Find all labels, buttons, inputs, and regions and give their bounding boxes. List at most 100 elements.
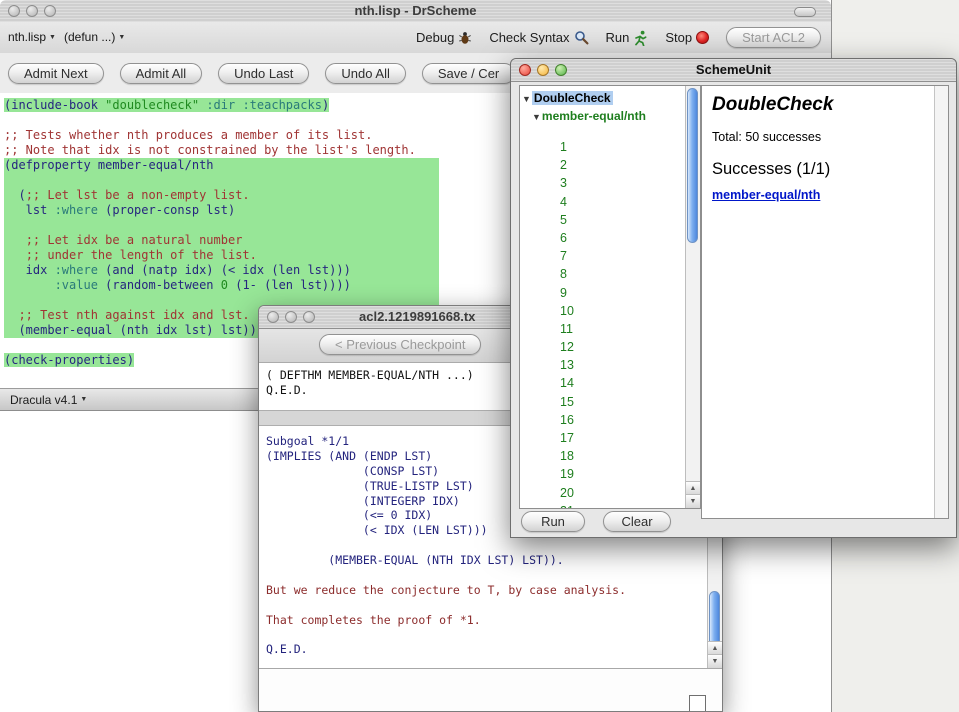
dracula-version-label: Dracula v4.1 xyxy=(10,393,77,407)
tree-item-case[interactable]: 8 xyxy=(560,265,574,283)
tree-item-case[interactable]: 5 xyxy=(560,211,574,229)
check-syntax-button[interactable]: Check Syntax xyxy=(489,30,588,45)
filename-menu[interactable]: nth.lisp▼ xyxy=(8,30,56,44)
proof-line: That completes the proof of *1. xyxy=(266,613,722,628)
code-token: (defproperty member-equal/nth xyxy=(4,158,214,172)
filename-label: nth.lisp xyxy=(8,30,46,44)
code-token: ;; Note that idx is not constrained by t… xyxy=(4,143,416,157)
code-line: :value (random-between 0 (1- (len lst)))… xyxy=(4,278,439,293)
tree-item-case[interactable]: 19 xyxy=(560,465,574,483)
code-token xyxy=(4,248,26,262)
code-token: ) xyxy=(322,98,329,112)
run-label: Run xyxy=(606,30,630,45)
tree-item-case[interactable]: 9 xyxy=(560,284,574,302)
tree-scrollbar[interactable]: ▲ ▼ xyxy=(685,86,700,508)
code-line: idx :where (and (natp idx) (< idx (len l… xyxy=(4,263,439,278)
results-pane[interactable]: DoubleCheck Total: 50 successes Successe… xyxy=(701,85,949,519)
tree-item-case[interactable]: 2 xyxy=(560,156,574,174)
tree-item-case[interactable]: 13 xyxy=(560,356,574,374)
stop-button[interactable]: Stop xyxy=(665,30,709,45)
admit-next-button[interactable]: Admit Next xyxy=(8,63,104,84)
tree-item-case[interactable]: 4 xyxy=(560,193,574,211)
proof-line xyxy=(266,568,722,583)
magnifier-icon xyxy=(574,30,589,45)
zoom-button[interactable] xyxy=(303,311,315,323)
tree-item-doublecheck[interactable]: ▼DoubleCheck xyxy=(522,89,700,107)
test-tree-pane[interactable]: ▼DoubleCheck ▼member-equal/nth 123456789… xyxy=(519,85,701,509)
code-token: :where xyxy=(55,203,98,217)
chevron-down-icon: ▼ xyxy=(80,396,87,403)
scroll-down-button[interactable]: ▼ xyxy=(708,654,722,668)
tree-item-case[interactable]: 15 xyxy=(560,393,574,411)
disclosure-triangle-icon[interactable]: ▼ xyxy=(522,94,531,104)
tree-root-label: DoubleCheck xyxy=(532,91,613,105)
code-line: (;; Let lst be a non-empty list. xyxy=(4,188,439,203)
scroll-up-button[interactable]: ▲ xyxy=(686,481,700,495)
tree-item-case[interactable]: 11 xyxy=(560,320,574,338)
code-token: (random-between xyxy=(98,278,221,292)
code-token: ( xyxy=(4,188,26,202)
tree-item-case[interactable]: 6 xyxy=(560,229,574,247)
minimize-button[interactable] xyxy=(285,311,297,323)
code-token: :where xyxy=(55,263,98,277)
scrollbar-thumb[interactable] xyxy=(687,88,698,243)
scroll-up-button[interactable]: ▲ xyxy=(708,641,722,655)
tree-item-case[interactable]: 17 xyxy=(560,429,574,447)
defun-label: (defun ...) xyxy=(64,30,115,44)
run-button[interactable]: Run xyxy=(606,30,649,46)
code-token: ;; under the length of the list. xyxy=(26,248,257,262)
stop-icon xyxy=(696,31,709,44)
tree-item-case[interactable]: 14 xyxy=(560,374,574,392)
test-result-link[interactable]: member-equal/nth xyxy=(712,188,820,202)
save-certify-button[interactable]: Save / Cer xyxy=(422,63,515,84)
code-token: idx xyxy=(4,263,55,277)
undo-last-button[interactable]: Undo Last xyxy=(218,63,309,84)
checkbox[interactable] xyxy=(689,695,706,712)
admit-all-button[interactable]: Admit All xyxy=(120,63,203,84)
code-token: (include-book xyxy=(4,98,105,112)
defun-navigator-menu[interactable]: (defun ...)▼ xyxy=(64,30,125,44)
run-tests-button[interactable]: Run xyxy=(521,511,585,532)
tree-item-suite[interactable]: ▼member-equal/nth xyxy=(532,107,700,125)
code-token: (member-equal (nth idx lst) lst)) xyxy=(4,323,257,337)
code-token: (1- (len lst)))) xyxy=(228,278,351,292)
previous-checkpoint-button[interactable]: < Previous Checkpoint xyxy=(319,334,481,355)
undo-all-button[interactable]: Undo All xyxy=(325,63,405,84)
start-acl2-button[interactable]: Start ACL2 xyxy=(726,27,821,48)
runner-icon xyxy=(633,30,648,46)
scrollbar-thumb[interactable] xyxy=(709,591,720,646)
proof-line: Q.E.D. xyxy=(266,642,722,657)
code-token: (proper-consp lst) xyxy=(98,203,235,217)
drscheme-toolbar: nth.lisp▼ (defun ...)▼ Debug xyxy=(0,22,831,54)
tree-item-case[interactable]: 7 xyxy=(560,247,574,265)
tree-item-case[interactable]: 3 xyxy=(560,174,574,192)
disclosure-triangle-icon[interactable]: ▼ xyxy=(532,112,541,122)
debug-button[interactable]: Debug xyxy=(416,30,472,45)
tree-item-case[interactable]: 1 xyxy=(560,138,574,156)
highlight-region: (include-book "doublecheck" :dir :teachp… xyxy=(4,98,329,112)
acl2-bottom-strip xyxy=(259,668,722,711)
code-token: :dir xyxy=(206,98,235,112)
code-token: :teachpacks xyxy=(242,98,321,112)
tree-item-case[interactable]: 18 xyxy=(560,447,574,465)
code-token: ;; Tests whether nth produces a member o… xyxy=(4,128,372,142)
highlight-region: (check-properties) xyxy=(4,353,134,367)
tree-item-case[interactable]: 21 xyxy=(560,502,574,509)
toolbar-pill-button[interactable] xyxy=(794,7,816,17)
code-line xyxy=(4,218,439,233)
tree-item-case[interactable]: 16 xyxy=(560,411,574,429)
code-token xyxy=(4,278,55,292)
code-token: lst xyxy=(4,203,55,217)
tree-case-list: 123456789101112131415161718192021 xyxy=(560,138,574,509)
clear-button[interactable]: Clear xyxy=(603,511,671,532)
schemeunit-titlebar[interactable]: SchemeUnit xyxy=(511,59,956,82)
close-button[interactable] xyxy=(267,311,279,323)
proof-line xyxy=(266,538,722,553)
toolbar-actions: Debug Check Syntax xyxy=(416,22,821,53)
tree-item-case[interactable]: 10 xyxy=(560,302,574,320)
drscheme-titlebar[interactable]: nth.lisp - DrScheme xyxy=(0,0,831,23)
results-scrollbar[interactable] xyxy=(934,86,948,518)
tree-item-case[interactable]: 12 xyxy=(560,338,574,356)
scroll-down-button[interactable]: ▼ xyxy=(686,494,700,508)
tree-item-case[interactable]: 20 xyxy=(560,484,574,502)
